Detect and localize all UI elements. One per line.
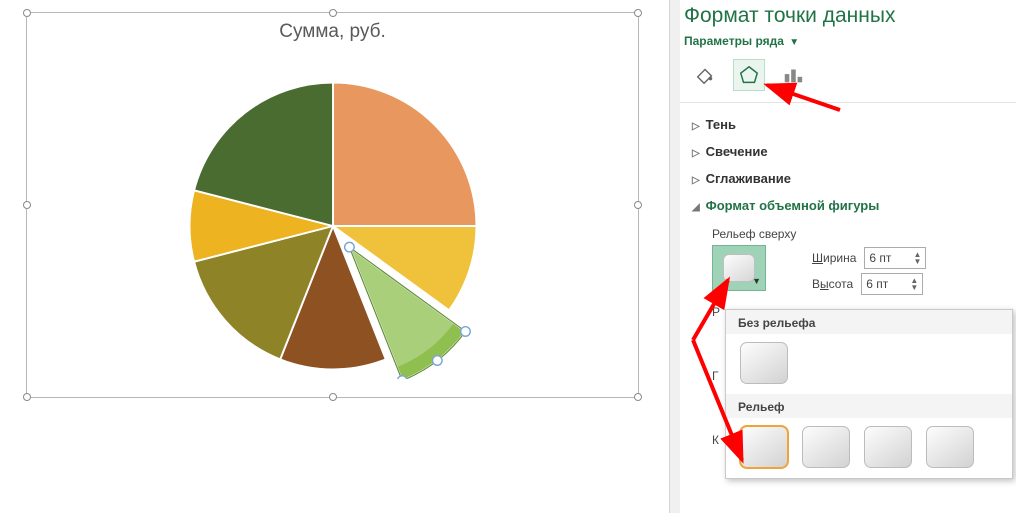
series-options-label: Параметры ряда [684, 34, 784, 48]
expand-icon: ▷ [692, 175, 702, 186]
panel-title: Формат точки данных [680, 0, 1016, 32]
gallery-header-bevel: Рельеф [726, 394, 1012, 418]
section-soft-edges-label: Сглаживание [706, 171, 791, 186]
expand-icon: ▷ [692, 121, 702, 132]
pie-chart[interactable] [180, 73, 486, 379]
chevron-down-icon: ▼ [752, 276, 761, 286]
top-bevel-label: Рельеф сверху [712, 225, 1016, 245]
section-shadow[interactable]: ▷ Тень [680, 111, 1016, 138]
tab-fill-icon[interactable] [690, 60, 720, 90]
data-point-handle[interactable] [344, 242, 354, 252]
section-glow[interactable]: ▷ Свечение [680, 138, 1016, 165]
bevel-option-4[interactable] [926, 426, 974, 468]
collapse-icon: ◢ [692, 202, 702, 213]
bevel-width-label: Ширина [812, 251, 856, 265]
resize-handle[interactable] [23, 201, 31, 209]
section-glow-label: Свечение [706, 144, 768, 159]
resize-handle[interactable] [23, 9, 31, 17]
data-point-handle[interactable] [460, 327, 470, 337]
section-soft-edges[interactable]: ▷ Сглаживание [680, 165, 1016, 192]
tab-series-icon[interactable] [778, 60, 808, 90]
section-3d-format[interactable]: ◢ Формат объемной фигуры [680, 192, 1016, 219]
resize-handle[interactable] [329, 9, 337, 17]
resize-handle[interactable] [634, 9, 642, 17]
series-options-dropdown[interactable]: Параметры ряда ▼ [680, 32, 1016, 58]
resize-handle[interactable] [634, 393, 642, 401]
bevel-option-3[interactable] [864, 426, 912, 468]
resize-handle[interactable] [329, 393, 337, 401]
spinner-icon[interactable]: ▲▼ [913, 251, 921, 265]
pie-slice[interactable] [333, 83, 476, 226]
gallery-header-no-bevel: Без рельефа [726, 310, 1012, 334]
top-bevel-group: Рельеф сверху ▼ Ширина 6 пт ▲▼ Выс [680, 219, 1016, 297]
bevel-height-input[interactable]: 6 пт ▲▼ [861, 273, 923, 295]
chevron-down-icon: ▼ [789, 37, 799, 48]
bevel-option-none[interactable] [740, 342, 788, 384]
panel-tabs [680, 58, 1016, 103]
chart-object[interactable]: Сумма, руб. [26, 12, 639, 398]
bevel-option-1[interactable] [740, 426, 788, 468]
top-bevel-picker[interactable]: ▼ [712, 245, 766, 291]
bevel-height-label: Высота [812, 277, 853, 291]
chart-title[interactable]: Сумма, руб. [27, 13, 638, 43]
bevel-gallery-dropdown[interactable]: Без рельефа Рельеф [725, 309, 1013, 479]
resize-handle[interactable] [634, 201, 642, 209]
section-shadow-label: Тень [706, 117, 736, 132]
spinner-icon[interactable]: ▲▼ [910, 277, 918, 291]
spreadsheet-area: Сумма, руб. [0, 0, 670, 513]
bevel-width-value: 6 пт [869, 251, 891, 265]
tab-effects-icon[interactable] [734, 60, 764, 90]
bevel-option-2[interactable] [802, 426, 850, 468]
bevel-preview-icon [723, 254, 755, 282]
resize-handle[interactable] [23, 393, 31, 401]
section-3d-format-label: Формат объемной фигуры [706, 198, 880, 213]
bevel-height-value: 6 пт [866, 277, 888, 291]
data-point-handle[interactable] [432, 356, 442, 366]
data-point-handle[interactable] [397, 376, 407, 379]
bevel-width-input[interactable]: 6 пт ▲▼ [864, 247, 926, 269]
expand-icon: ▷ [692, 148, 702, 159]
